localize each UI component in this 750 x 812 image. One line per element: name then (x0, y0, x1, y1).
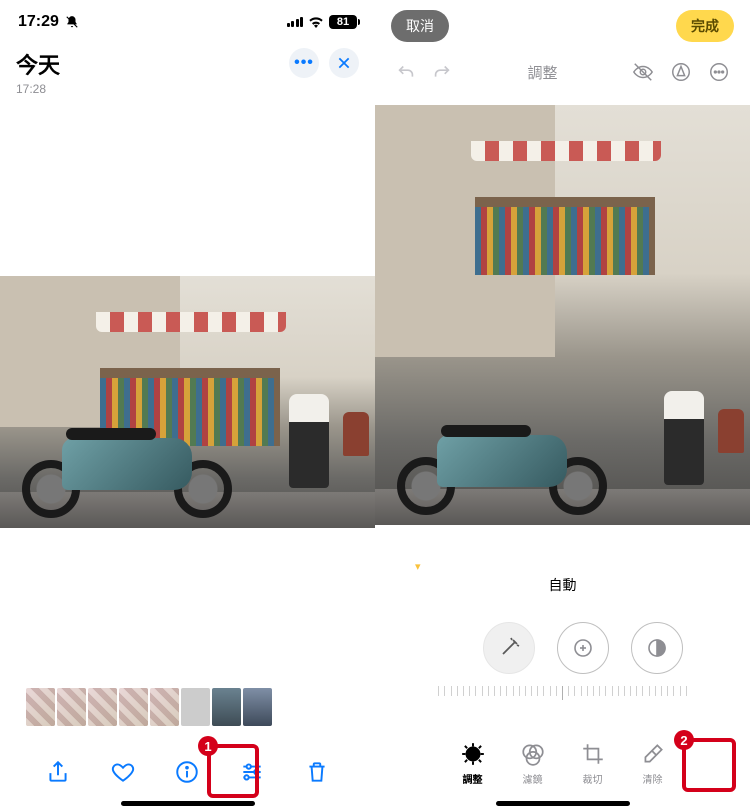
adjust-param-label: 自動 (375, 575, 750, 595)
home-indicator[interactable] (121, 801, 255, 806)
more-options-icon[interactable] (708, 61, 730, 83)
edit-secondary-bar: 調整 (375, 52, 750, 92)
thumbnail[interactable] (57, 688, 86, 726)
redo-icon[interactable] (431, 61, 453, 83)
dial-brilliance[interactable] (631, 622, 683, 674)
filters-icon (520, 741, 546, 767)
tab-filters[interactable]: 濾鏡 (520, 741, 546, 786)
bottom-toolbar (0, 758, 375, 786)
trash-icon (304, 759, 330, 785)
sliders-icon (239, 759, 265, 785)
cellular-signal-icon (287, 17, 304, 27)
favorite-button[interactable] (109, 758, 137, 786)
title-block: 今天 17:28 (16, 48, 60, 96)
thumbnail[interactable] (243, 688, 272, 726)
thumbnail[interactable] (88, 688, 117, 726)
tab-adjust-label: 調整 (463, 771, 483, 786)
share-button[interactable] (44, 758, 72, 786)
markup-icon[interactable] (670, 61, 692, 83)
exposure-icon (571, 636, 595, 660)
wifi-icon (308, 16, 324, 28)
status-time: 17:29 (18, 13, 59, 31)
home-indicator[interactable] (496, 801, 630, 806)
share-icon (45, 759, 71, 785)
undo-redo-group (395, 61, 453, 83)
info-icon (174, 759, 200, 785)
close-button[interactable] (329, 48, 359, 78)
battery-percent: 81 (337, 16, 349, 28)
brilliance-icon (645, 636, 669, 660)
edit-mode-tabs: 調整 濾鏡 裁切 清除 (375, 741, 750, 786)
crop-icon (580, 741, 606, 767)
status-bar: 17:29 81 (0, 0, 375, 44)
edit-photo-preview[interactable] (375, 105, 750, 525)
tab-crop-label: 裁切 (583, 771, 603, 786)
eraser-icon (640, 741, 666, 767)
hide-icon[interactable] (632, 61, 654, 83)
mode-label: 調整 (527, 62, 557, 83)
screen-photo-view: 17:29 81 今天 17:28 ••• (0, 0, 375, 812)
screen-photo-edit: 取消 完成 調整 (375, 0, 750, 812)
delete-button[interactable] (303, 758, 331, 786)
status-left: 17:29 (18, 13, 79, 31)
done-button[interactable]: 完成 (676, 10, 734, 42)
thumbnail[interactable] (150, 688, 179, 726)
page-title: 今天 (16, 48, 60, 80)
title-row: 今天 17:28 ••• (0, 44, 375, 96)
edit-button[interactable] (238, 758, 266, 786)
thumbnail[interactable] (26, 688, 55, 726)
adjust-icon (460, 741, 486, 767)
edit-nav-bar: 取消 完成 (375, 0, 750, 52)
adjustment-dials[interactable] (375, 622, 750, 674)
undo-icon[interactable] (395, 61, 417, 83)
main-photo[interactable] (0, 276, 375, 528)
tab-adjust[interactable]: 調整 (460, 741, 486, 786)
more-button[interactable]: ••• (289, 48, 319, 78)
badge-number: 2 (680, 733, 687, 748)
edit-top-icons (632, 61, 730, 83)
annotation-badge-1: 1 (198, 736, 218, 756)
tab-cleanup-label: 清除 (643, 771, 663, 786)
dial-exposure[interactable] (557, 622, 609, 674)
battery-icon: 81 (329, 15, 357, 29)
cancel-button[interactable]: 取消 (391, 10, 449, 42)
thumbnail[interactable] (212, 688, 241, 726)
badge-number: 1 (204, 739, 211, 754)
thumbnail[interactable] (181, 688, 210, 726)
annotation-badge-2: 2 (674, 730, 694, 750)
magic-wand-icon (497, 636, 521, 660)
heart-icon (110, 759, 136, 785)
thumbnail[interactable] (119, 688, 148, 726)
dial-auto[interactable] (483, 622, 535, 674)
tab-filters-label: 濾鏡 (523, 771, 543, 786)
title-actions: ••• (289, 48, 359, 78)
value-ticks[interactable] (375, 686, 750, 700)
tab-crop[interactable]: 裁切 (580, 741, 606, 786)
silent-mode-icon (65, 15, 79, 29)
close-icon (337, 56, 351, 70)
auto-indicator-icon: ▾ (415, 560, 421, 573)
info-button[interactable] (173, 758, 201, 786)
filmstrip[interactable] (26, 688, 272, 726)
status-right: 81 (287, 15, 358, 29)
tab-cleanup[interactable]: 清除 (640, 741, 666, 786)
page-subtitle: 17:28 (16, 82, 60, 96)
